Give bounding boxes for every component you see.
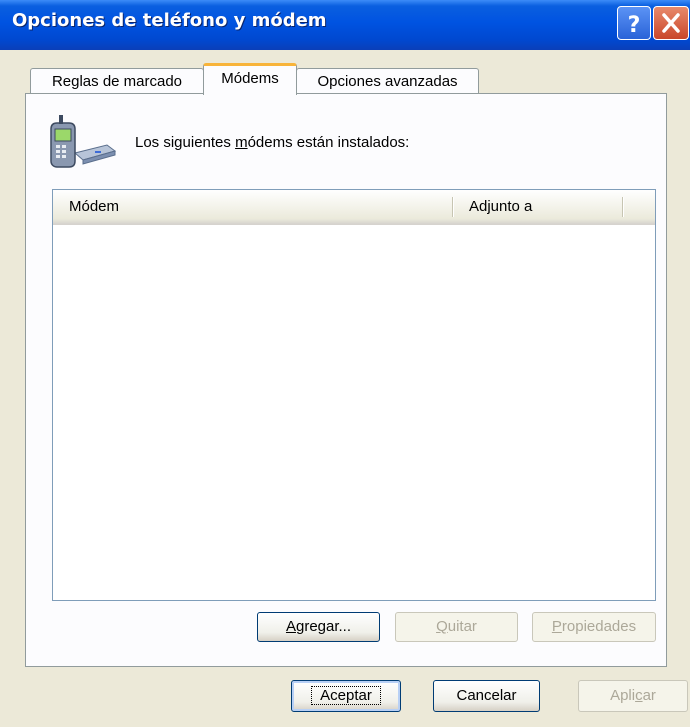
installed-modems-label: Los siguientes módems están instalados: xyxy=(135,134,410,151)
help-button[interactable]: ? xyxy=(617,6,651,40)
column-header-modem[interactable]: Módem xyxy=(53,190,452,224)
svg-text:?: ? xyxy=(628,13,641,38)
add-button[interactable]: Agregar... xyxy=(257,612,380,642)
column-divider[interactable] xyxy=(622,197,624,217)
properties-button[interactable]: Propiedades xyxy=(532,612,656,642)
tab-reglas-de-marcado[interactable]: Reglas de marcado xyxy=(30,68,204,94)
help-icon: ? xyxy=(628,13,641,38)
modems-list[interactable]: Módem Adjunto a xyxy=(52,189,656,601)
close-icon xyxy=(662,13,680,33)
tab-opciones-avanzadas[interactable]: Opciones avanzadas xyxy=(296,68,479,94)
list-header: Módem Adjunto a xyxy=(53,190,655,225)
cancel-button[interactable]: Cancelar xyxy=(433,680,540,712)
ok-button[interactable]: Aceptar xyxy=(291,680,401,712)
remove-button[interactable]: Quitar xyxy=(395,612,518,642)
column-header-adjunto-a[interactable]: Adjunto a xyxy=(453,190,624,224)
close-button[interactable] xyxy=(653,6,689,40)
apply-button[interactable]: Aplicar xyxy=(578,680,688,712)
tab-modems[interactable]: Módems xyxy=(203,63,297,95)
phone-modem-icon xyxy=(50,115,117,168)
window-title: Opciones de teléfono y módem xyxy=(12,10,327,31)
title-bar[interactable]: Opciones de teléfono y módem ? xyxy=(0,0,690,50)
